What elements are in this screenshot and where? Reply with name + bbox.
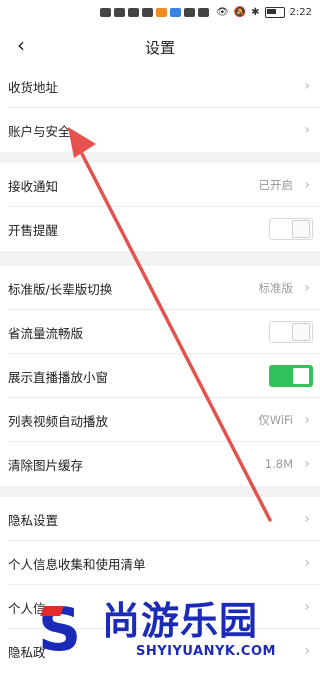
message-icon <box>142 8 153 17</box>
app-icon <box>184 8 195 17</box>
settings-row-label: 收货地址 <box>8 79 59 95</box>
signal-icon <box>114 8 125 17</box>
settings-row-label: 账户与安全 <box>8 123 71 139</box>
settings-row-label: 标准版/长辈版切换 <box>8 281 113 297</box>
settings-row[interactable]: 账户与安全 › <box>0 108 320 152</box>
settings-row-label: 清除图片缓存 <box>8 457 84 473</box>
page-title: 设置 <box>144 39 175 57</box>
chevron-right-icon: › <box>304 456 310 472</box>
settings-row[interactable]: 开售提醒 <box>0 207 320 251</box>
settings-row[interactable]: 展示直播播放小窗 <box>0 354 320 398</box>
settings-row-value: 仅WiFi <box>258 413 293 427</box>
settings-row[interactable]: 个人信息收集和使用清单 › <box>0 541 320 585</box>
toggle-switch[interactable] <box>269 218 313 240</box>
app-icon <box>170 8 181 17</box>
notification-icons <box>100 8 209 17</box>
settings-row-value: 标准版 <box>258 281 294 295</box>
settings-row-label: 省流量流畅版 <box>8 325 84 341</box>
settings-row-label: 个人信息收集和使用清单 <box>8 556 146 572</box>
mute-icon: 🔕 <box>233 7 247 18</box>
settings-row-label: 展示直播播放小窗 <box>8 369 109 385</box>
watermark-url: SHYIYUANYK.COM <box>136 644 276 659</box>
settings-row-value: 已开启 <box>258 178 294 192</box>
chevron-right-icon: › <box>304 511 310 527</box>
chevron-right-icon: › <box>304 177 310 193</box>
settings-row[interactable]: 隐私设置 › <box>0 497 320 541</box>
hd-icon <box>100 8 111 17</box>
chevron-right-icon: › <box>304 555 310 571</box>
settings-row[interactable]: 接收通知 已开启 › <box>0 163 320 207</box>
chevron-right-icon: › <box>304 412 310 428</box>
chevron-right-icon: › <box>304 122 310 138</box>
system-status: 👁 🔕 ✱ 2:22 <box>216 7 312 18</box>
bluetooth-icon: ✱ <box>251 7 260 18</box>
more-icon <box>198 8 209 17</box>
settings-row[interactable]: 省流量流畅版 <box>0 310 320 354</box>
settings-row-value: 1.8M <box>264 457 293 471</box>
settings-row-label: 列表视频自动播放 <box>8 413 109 429</box>
settings-row[interactable]: 收货地址 › <box>0 64 320 108</box>
top-nav-bar: ‹ 设置 <box>0 28 320 64</box>
eye-icon: 👁 <box>215 7 229 18</box>
settings-row[interactable]: 标准版/长辈版切换 标准版 › <box>0 266 320 310</box>
watermark-text: 尚游乐园 <box>102 599 259 643</box>
settings-row[interactable]: 列表视频自动播放 仅WiFi › <box>0 398 320 442</box>
toggle-switch[interactable] <box>269 321 313 343</box>
settings-row[interactable]: 清除图片缓存 1.8M › <box>0 442 320 486</box>
watermark-logo-accent <box>40 606 64 616</box>
app-icon <box>156 8 167 17</box>
settings-row-label: 隐私设置 <box>8 512 59 528</box>
chevron-right-icon: › <box>304 78 310 94</box>
wifi-icon <box>128 8 139 17</box>
settings-row-label: 接收通知 <box>8 178 59 194</box>
watermark: S 尚游乐园 SHYIYUANYK.COM <box>30 600 320 665</box>
toggle-knob <box>292 367 310 385</box>
toggle-knob <box>292 220 310 238</box>
settings-row-label: 开售提醒 <box>8 222 59 238</box>
battery-icon <box>264 7 285 18</box>
toggle-switch[interactable] <box>269 365 313 387</box>
clock: 2:22 <box>289 7 312 18</box>
chevron-right-icon: › <box>304 280 310 296</box>
toggle-knob <box>292 323 310 341</box>
status-bar: 👁 🔕 ✱ 2:22 <box>0 0 320 28</box>
